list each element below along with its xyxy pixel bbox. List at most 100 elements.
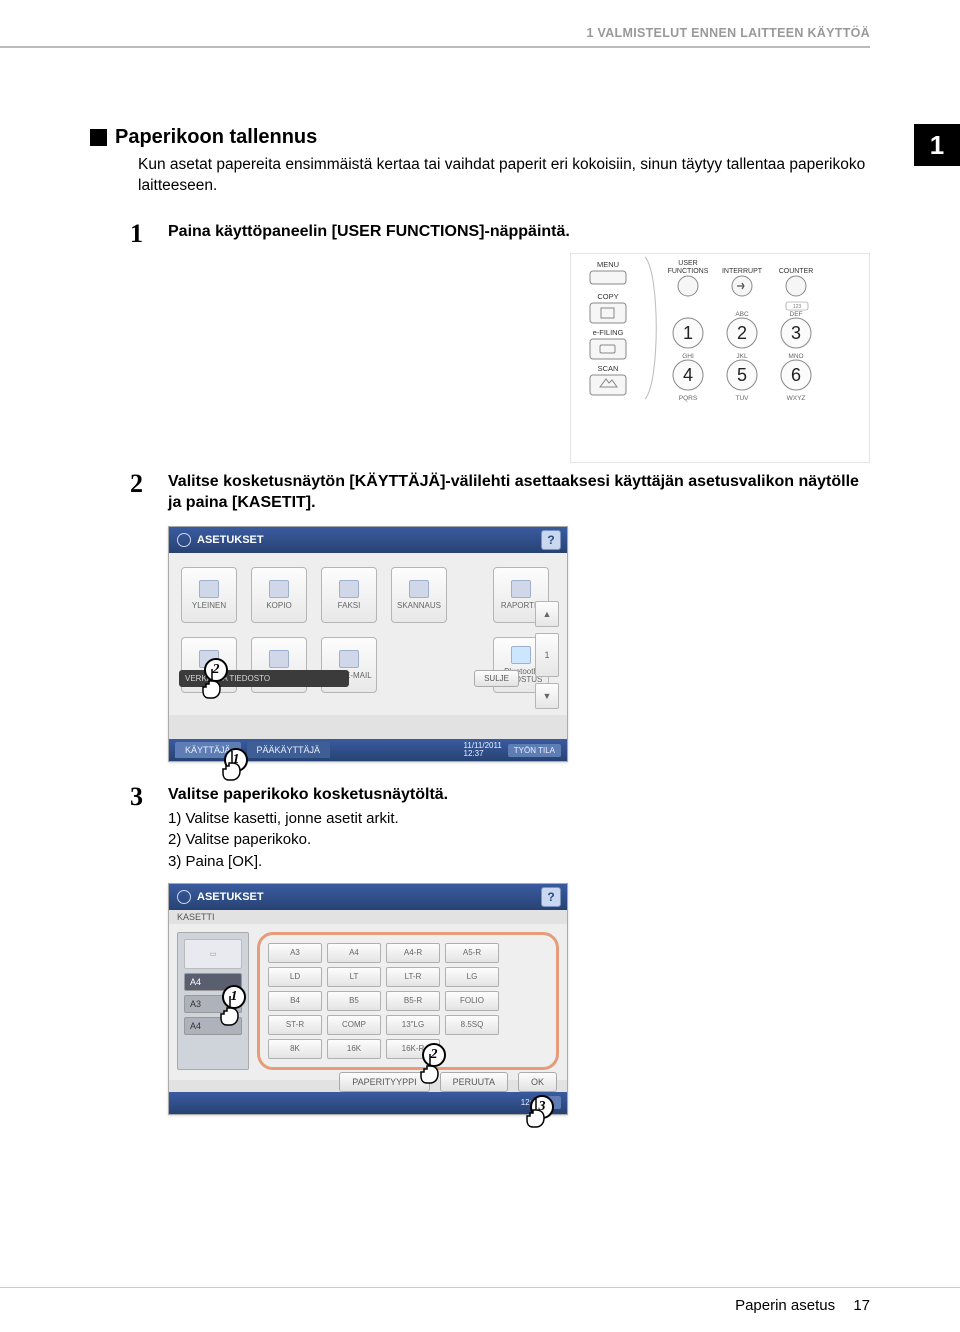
cancel-button[interactable]: PERUUTA	[440, 1072, 508, 1092]
paper-type-button[interactable]: PAPERITYYPPI	[339, 1072, 429, 1092]
svg-text:DEF: DEF	[790, 311, 803, 318]
svg-text:1: 1	[683, 323, 693, 343]
size-button[interactable]: 16K-R	[386, 1039, 440, 1059]
svg-text:USER: USER	[678, 260, 697, 267]
step-title: Valitse paperikoko kosketusnäytöltä.	[168, 784, 870, 806]
fax-icon	[339, 580, 359, 598]
size-button[interactable]: LG	[445, 967, 499, 987]
tray-icon	[199, 650, 219, 668]
svg-text:PQRS: PQRS	[679, 395, 698, 402]
step-2: 2 Valitse kosketusnäytön [KÄYTTÄJÄ]-väli…	[130, 471, 870, 516]
svg-text:123: 123	[793, 304, 802, 310]
email-icon	[339, 650, 359, 668]
size-button[interactable]: 16K	[327, 1039, 381, 1059]
sub-item: 2) Valitse paperikoko.	[168, 829, 870, 851]
size-button[interactable]: LT	[327, 967, 381, 987]
svg-text:ABC: ABC	[735, 311, 749, 318]
svg-text:5: 5	[737, 365, 747, 385]
shot-titlebar: ASETUKSET ?	[169, 527, 567, 553]
step-sublist: 1) Valitse kasetti, jonne asetit arkit. …	[168, 808, 870, 873]
size-button[interactable]: COMP	[327, 1015, 381, 1035]
gear-icon	[177, 890, 191, 904]
shot-title: ASETUKSET	[197, 891, 264, 903]
tile-scan[interactable]: SKANNAUS	[391, 567, 447, 623]
ok-button[interactable]: OK	[518, 1072, 557, 1092]
square-bullet-icon	[90, 129, 107, 146]
sub-item: 1) Valitse kasetti, jonne asetit arkit.	[168, 808, 870, 830]
tile-general[interactable]: YLEINEN	[181, 567, 237, 623]
scan-icon	[409, 580, 429, 598]
copy-icon	[269, 580, 289, 598]
svg-text:4: 4	[683, 365, 693, 385]
svg-text:e-FILING: e-FILING	[593, 328, 624, 337]
shot-body: YLEINEN KOPIO FAKSI SKANNAUS RAPORTIT KA…	[169, 553, 567, 715]
status-time: 12:37	[521, 1098, 541, 1107]
svg-text:COUNTER: COUNTER	[779, 268, 814, 275]
size-grid: A3 A4 A4-R A5-R LD LT LT-R LG B4 B5	[257, 932, 559, 1070]
svg-text:2: 2	[737, 323, 747, 343]
footer-divider	[0, 1287, 960, 1288]
svg-text:3: 3	[791, 323, 801, 343]
bluetooth-icon	[511, 646, 531, 664]
help-button[interactable]: ?	[541, 530, 561, 550]
section-title-text: Paperikoon tallennus	[115, 126, 317, 149]
step-title: Paina käyttöpaneelin [USER FUNCTIONS]-nä…	[168, 221, 870, 243]
breadcrumb: KASETTI	[169, 910, 567, 924]
svg-text:WXYZ: WXYZ	[787, 395, 806, 402]
size-button[interactable]: A4	[327, 943, 381, 963]
page-indicator: 1	[535, 633, 559, 677]
size-button[interactable]: 8.5SQ	[445, 1015, 499, 1035]
tray-item[interactable]: A3	[184, 995, 242, 1013]
size-button[interactable]: 8K	[268, 1039, 322, 1059]
step-1: 1 Paina käyttöpaneelin [USER FUNCTIONS]-…	[130, 221, 870, 247]
close-button[interactable]: SULJE	[474, 670, 519, 687]
svg-text:TUV: TUV	[736, 395, 750, 402]
tile-fax[interactable]: FAKSI	[321, 567, 377, 623]
address-icon	[269, 650, 289, 668]
svg-text:FUNCTIONS: FUNCTIONS	[668, 268, 709, 275]
size-button[interactable]: A5-R	[445, 943, 499, 963]
size-button[interactable]: 13"LG	[386, 1015, 440, 1035]
shot-titlebar: ASETUKSET ?	[169, 884, 567, 910]
step-title: Valitse kosketusnäytön [KÄYTTÄJÄ]-välile…	[168, 471, 870, 514]
tab-user[interactable]: KÄYTTÄJÄ	[175, 742, 241, 758]
tile-copy[interactable]: KOPIO	[251, 567, 307, 623]
tray-item[interactable]: A4	[184, 1017, 242, 1035]
page-number: 17	[853, 1297, 870, 1314]
shot-body: ▭ A4 A3 A4 A3 A4 A4-R A5-R LD LT LT	[169, 924, 567, 1080]
screenshot-step3: ASETUKSET ? KASETTI ▭ A4 A3 A4 A3 A4 A4-…	[168, 883, 568, 1115]
step-number: 3	[130, 784, 156, 873]
step-number: 1	[130, 221, 156, 247]
size-button[interactable]: FOLIO	[445, 991, 499, 1011]
doc-icon	[199, 580, 219, 598]
job-status-button[interactable]: TYÖN TILA	[508, 744, 561, 757]
shot-title: ASETUKSET	[197, 534, 264, 546]
report-icon	[511, 580, 531, 598]
size-button[interactable]: B5-R	[386, 991, 440, 1011]
size-button[interactable]: B5	[327, 991, 381, 1011]
job-status-button[interactable]	[547, 1096, 561, 1109]
footer: Paperin asetus 17	[735, 1297, 870, 1314]
chapter-header: 1 VALMISTELUT ENNEN LAITTEEN KÄYTTÖÄ	[90, 0, 870, 46]
size-button[interactable]: B4	[268, 991, 322, 1011]
chapter-divider	[90, 46, 870, 48]
size-button[interactable]: A3	[268, 943, 322, 963]
size-button[interactable]: LD	[268, 967, 322, 987]
scroll-down-button[interactable]: ▼	[535, 683, 559, 709]
help-button[interactable]: ?	[541, 887, 561, 907]
size-button[interactable]: A4-R	[386, 943, 440, 963]
tile-row-1: YLEINEN KOPIO FAKSI SKANNAUS RAPORTIT	[181, 567, 555, 623]
right-scroll: ▲ 1 ▼	[535, 601, 559, 709]
tab-admin[interactable]: PÄÄKÄYTTÄJÄ	[247, 742, 331, 758]
scroll-up-button[interactable]: ▲	[535, 601, 559, 627]
tray-item[interactable]: A4	[184, 973, 242, 991]
svg-text:MNO: MNO	[788, 353, 803, 360]
size-button[interactable]: ST-R	[268, 1015, 322, 1035]
svg-text:6: 6	[791, 365, 801, 385]
printer-icon: ▭	[184, 939, 242, 969]
svg-text:GHI: GHI	[682, 353, 694, 360]
section-intro: Kun asetat papereita ensimmäistä kertaa …	[138, 155, 870, 197]
tray-list: ▭ A4 A3 A4	[177, 932, 249, 1070]
size-button[interactable]: LT-R	[386, 967, 440, 987]
network-status: VERKKOJA TIEDOSTO	[179, 670, 349, 687]
